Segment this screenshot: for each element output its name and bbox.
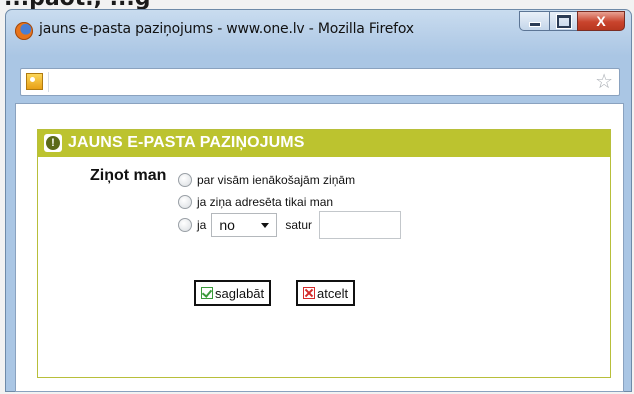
chevron-down-icon [261,223,270,228]
option-filter[interactable]: ja no satur [178,211,402,239]
radio-all-messages[interactable] [178,173,192,187]
contains-label: satur [285,218,313,232]
maximize-button[interactable] [549,11,577,31]
firefox-icon [15,22,33,40]
site-identity-icon[interactable] [26,73,43,90]
cancel-x-icon [303,287,315,299]
notify-me-label: Ziņot man [90,167,167,184]
save-button-label: saglabāt [215,285,265,301]
page-content: ! JAUNS E-PASTA PAZIŅOJUMS Ziņot man par… [15,103,624,392]
option-all-messages[interactable]: par visām ienākošajām ziņām [178,169,355,191]
contains-input[interactable] [319,211,402,239]
save-button[interactable]: saglabāt [194,280,272,306]
option-filter-label: ja [197,218,207,232]
option-addressed-only-to-me[interactable]: ja ziņa adresēta tikai man [178,191,333,213]
filter-field-value: no [219,217,235,233]
check-icon [201,287,213,299]
alert-icon: ! [44,134,62,152]
title-bar[interactable]: jauns e-pasta paziņojums - www.one.lv - … [6,10,631,54]
filter-field-select[interactable]: no [211,213,278,237]
notification-panel: ! JAUNS E-PASTA PAZIŅOJUMS Ziņot man par… [37,129,611,378]
maximize-icon [556,14,571,28]
close-button[interactable]: X [577,11,625,31]
cancel-button[interactable]: atcelt [296,280,356,306]
minimize-icon [528,21,541,27]
option-addressed-only-to-me-label: ja ziņa adresēta tikai man [197,195,334,209]
bookmark-star-icon[interactable]: ☆ [595,70,613,94]
option-all-messages-label: par visām ienākošajām ziņām [197,173,356,187]
address-bar[interactable]: ☆ [20,68,620,96]
radio-filter[interactable] [178,218,192,232]
close-icon: X [596,13,606,29]
minimize-button[interactable] [519,11,549,31]
window-title: jauns e-pasta paziņojums - www.one.lv - … [39,21,414,37]
browser-popup-window: jauns e-pasta paziņojums - www.one.lv - … [5,9,632,392]
panel-title: JAUNS E-PASTA PAZIŅOJUMS [68,134,305,151]
window-controls: X [519,11,625,33]
cancel-button-label: atcelt [317,285,349,301]
address-separator [48,72,49,92]
panel-header: ! JAUNS E-PASTA PAZIŅOJUMS [38,130,610,157]
radio-addressed-only-to-me[interactable] [178,195,192,209]
